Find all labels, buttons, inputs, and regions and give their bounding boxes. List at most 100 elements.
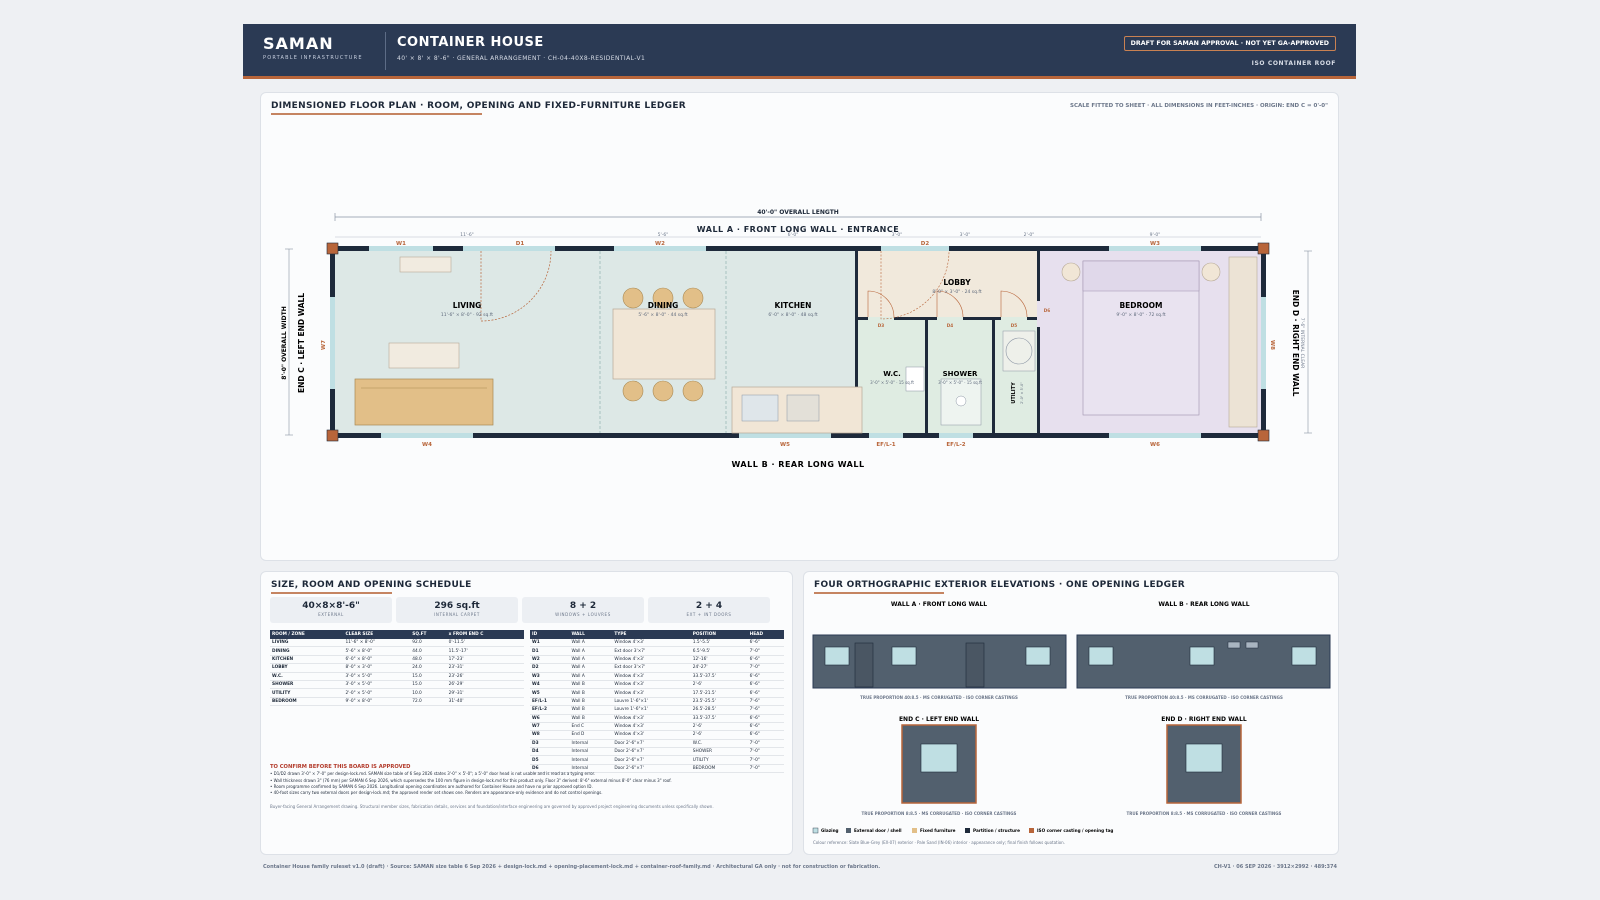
legend-swatch-glazing <box>812 827 819 834</box>
legend-swatch-casting <box>1029 828 1034 833</box>
room-label-living: LIVING <box>453 301 482 310</box>
sheet-title: CONTAINER HOUSE <box>397 35 544 50</box>
end-c-label: END C · LEFT END WALL <box>297 293 306 393</box>
elev-b-note: TRUE PROPORTION 40:8.5 · MS CORRUGATED ·… <box>1125 695 1283 700</box>
coffee-table <box>388 342 460 369</box>
confirm-note: • 40-foot sizes carry two external doors… <box>270 790 603 796</box>
legend-furniture: Fixed furniture <box>920 828 956 833</box>
tag-efl1: EF/L-1 <box>876 442 895 448</box>
table-row: W1 Wall A Window 4'×3' 1.5'-5.5' 6'-6" <box>530 639 784 648</box>
table-row: D3 Internal Door 2'-6"×7' W.C. 7'-0" <box>530 739 784 749</box>
tag-w5: W5 <box>780 442 790 448</box>
brand-tagline: PORTABLE INFRASTRUCTURE <box>263 55 363 61</box>
room-label-dining: DINING <box>648 301 679 310</box>
elev-a-window-w3 <box>1025 646 1051 666</box>
elev-a-door-d2 <box>965 642 985 688</box>
seg-dim-shower: 3'-0" <box>960 232 971 238</box>
door-d6-gap <box>1037 301 1040 327</box>
sofa <box>354 378 494 426</box>
table-row: W2 Wall A Window 4'×3' 12'-16' 6'-6" <box>530 655 784 665</box>
tag-d4: D4 <box>947 323 953 328</box>
title-underline <box>271 592 392 594</box>
door-d1-opening <box>463 246 555 251</box>
elev-c-note: TRUE PROPORTION 8:8.5 · MS CORRUGATED · … <box>862 811 1017 816</box>
hob <box>786 394 820 422</box>
roof-note: ISO CONTAINER ROOF <box>1251 60 1336 67</box>
tag-d6: D6 <box>1044 308 1050 313</box>
partition <box>925 319 928 433</box>
legend-swatch-partition <box>965 828 970 833</box>
door-d4-gap <box>937 317 963 320</box>
window-w4 <box>381 433 473 438</box>
table-row: BEDROOM 9'-0" × 8'-0" 72.0 31'-40' <box>270 697 524 707</box>
elevations-panel: FOUR ORTHOGRAPHIC EXTERIOR ELEVATIONS · … <box>803 571 1339 855</box>
opening-schedule-table: ID WALL TYPE POSITION HEAD W1 Wall A Windo… <box>530 630 784 774</box>
table-row: EF/L-2 Wall B Louvre 1'-6"×1' 26.5'-28.5' 7'… <box>530 705 784 715</box>
room-dims-lobby: 8'-0" × 3'-0" · 24 sq.ft <box>932 289 982 295</box>
dining-chair <box>622 287 644 309</box>
tag-w3: W3 <box>1150 241 1160 247</box>
room-label-kitchen: KITCHEN <box>775 301 812 310</box>
corner-casting <box>1257 242 1270 255</box>
table-row: W.C. 3'-0" × 5'-0" 15.0 23'-26' <box>270 672 524 681</box>
elev-d-note: TRUE PROPORTION 8:8.5 · MS CORRUGATED · … <box>1127 811 1282 816</box>
overall-length-label: 40'-0" OVERALL LENGTH <box>757 209 839 216</box>
colour-reference-note: Colour reference: Slate Blue-Grey (EX-07… <box>813 840 1065 845</box>
elev-c-window-w7 <box>920 743 958 773</box>
legend-partition: Partition / structure <box>973 828 1020 833</box>
window-w5 <box>739 433 831 438</box>
table-row: W8 End D Window 4'×3' 2'-6' 6'-6" <box>530 730 784 740</box>
tag-d5: D5 <box>1011 323 1017 328</box>
sink <box>741 394 779 422</box>
summary-stats: 40×8×8'-6" EXTERNAL 296 sq.ft INTERNAL CAR… <box>270 597 770 623</box>
room-dims-wc: 3'-0" × 5'-0" · 15 sq.ft <box>870 380 914 385</box>
tag-d3: D3 <box>878 323 884 328</box>
internal-clear-label: 7'-6" INTERNAL CLEAR <box>1299 318 1305 369</box>
bedside-table <box>1061 262 1081 282</box>
confirm-title: TO CONFIRM BEFORE THIS BOARD IS APPROVED <box>270 764 411 770</box>
room-dims-bedroom: 9'-0" × 8'-0" · 72 sq.ft <box>1116 312 1166 318</box>
table-row: W7 End C Window 4'×3' 2'-6' 6'-6" <box>530 722 784 732</box>
stat-doors: 2 + 4 EXT + INT DOORS <box>648 597 770 623</box>
table-row: W3 Wall A Window 4'×3' 33.5'-37.5' 6'-6" <box>530 672 784 681</box>
table-row: KITCHEN 6'-0" × 8'-0" 48.0 17'-23' <box>270 655 524 665</box>
elevation-end-c-title: END C · LEFT END WALL <box>899 716 979 723</box>
stat-carpet-area: 296 sq.ft INTERNAL CARPET <box>396 597 518 623</box>
seg-dim-living: 11'-6" <box>460 232 474 238</box>
corner-casting <box>326 429 339 442</box>
room-label-utility: UTILITY <box>1011 382 1017 404</box>
title-bar: SAMAN PORTABLE INFRASTRUCTURE CONTAINER … <box>243 24 1356 79</box>
table-row: D2 Wall A Ext door 3'×7' 24'-27' 7'-0" <box>530 663 784 673</box>
table-row: UTILITY 2'-0" × 5'-0" 10.0 29'-31' <box>270 688 524 698</box>
table-row: LOBBY 8'-0" × 3'-0" 24.0 23'-31' <box>270 663 524 673</box>
louvre-efl1 <box>869 433 903 438</box>
brand-name: SAMAN <box>263 34 334 53</box>
stat-windows: 8 + 2 WINDOWS + LOUVRES <box>522 597 644 623</box>
room-label-shower: SHOWER <box>943 370 978 378</box>
tag-efl2: EF/L-2 <box>946 442 965 448</box>
room-dims-utility: 2'-0" × 5'-0" <box>1020 382 1024 404</box>
confirm-note: • Room programme confirmed by SAMAN 6 Se… <box>270 783 593 789</box>
bedside-table <box>1201 262 1221 282</box>
draft-status-badge: DRAFT FOR SAMAN APPROVAL · NOT YET GA-AP… <box>1123 36 1336 51</box>
wall-b-label: WALL B · REAR LONG WALL <box>731 460 864 469</box>
elevation-end-d-title: END D · RIGHT END WALL <box>1161 716 1247 723</box>
partition <box>992 319 995 433</box>
table-row: LIVING 11'-6" × 8'-0" 92.0 0'-11.5' <box>270 639 524 648</box>
elev-d-window-w8 <box>1185 743 1223 773</box>
seg-dim-dining: 5'-6" <box>658 232 669 238</box>
seg-dim-wc: 3'-0" <box>892 232 903 238</box>
room-label-bedroom: BEDROOM <box>1119 301 1162 310</box>
elev-b-window-w6 <box>1291 646 1317 666</box>
confirm-notes: TO CONFIRM BEFORE THIS BOARD IS APPROVED… <box>270 764 770 795</box>
tag-d1: D1 <box>516 241 525 247</box>
seg-dim-bedroom: 9'-0" <box>1150 232 1161 238</box>
footer-sheet-id: CH-V1 · 06 SEP 2026 · 3912×2992 · 489:37… <box>1214 864 1337 870</box>
door-d5-gap <box>1001 317 1027 320</box>
stat-external: 40×8×8'-6" EXTERNAL <box>270 597 392 623</box>
window-w7 <box>330 297 335 389</box>
confirm-note: • D1/D2 drawn 3'-0" × 7'-0" per design-l… <box>270 771 596 777</box>
elevation-wall-a-title: WALL A · FRONT LONG WALL <box>891 601 987 608</box>
elev-a-window-w1 <box>824 646 850 666</box>
elev-b-louvre-2 <box>1245 641 1259 649</box>
